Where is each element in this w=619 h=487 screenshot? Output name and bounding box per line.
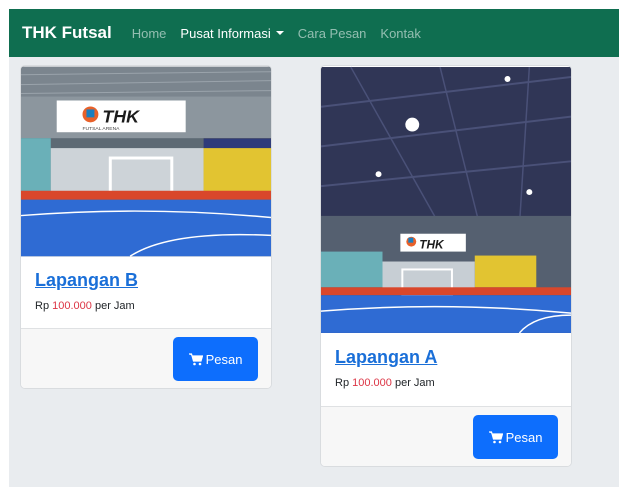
field-banner-text-b: THK bbox=[102, 106, 140, 126]
pesan-button-label: Pesan bbox=[505, 429, 543, 445]
nav-pusat-informasi-dropdown[interactable]: Pusat Informasi bbox=[180, 25, 284, 41]
price-prefix: Rp bbox=[35, 300, 50, 312]
pesan-button-a[interactable]: Pesan bbox=[473, 415, 558, 459]
field-banner-sub-b: FUTSAL ARENA bbox=[83, 126, 121, 132]
card-title-lapangan-a[interactable]: Lapangan A bbox=[335, 347, 437, 368]
price-text-b: Rp 100.000 per Jam bbox=[35, 300, 257, 312]
brand-link[interactable]: THK Futsal bbox=[22, 23, 112, 43]
shopping-cart-icon bbox=[488, 430, 503, 443]
top-navbar: THK Futsal Home Pusat Informasi Cara Pes… bbox=[9, 9, 619, 57]
field-photo-lapangan-b: THK FUTSAL ARENA bbox=[21, 66, 271, 257]
nav-pusat-informasi-label: Pusat Informasi bbox=[180, 25, 271, 41]
card-lapangan-a: THK Lapangan A Rp 100.000 per Jam Pesan bbox=[320, 65, 572, 467]
price-suffix: per Jam bbox=[394, 377, 435, 389]
price-text-a: Rp 100.000 per Jam bbox=[335, 377, 557, 389]
field-banner-text-a: THK bbox=[419, 238, 445, 252]
card-body-a: Lapangan A Rp 100.000 per Jam bbox=[321, 334, 571, 403]
nav-cara-pesan[interactable]: Cara Pesan bbox=[298, 26, 367, 41]
card-body-b: Lapangan B Rp 100.000 per Jam bbox=[21, 257, 271, 326]
price-amount: 100.000 bbox=[52, 300, 92, 312]
caret-down-icon bbox=[275, 31, 284, 35]
card-title-lapangan-b[interactable]: Lapangan B bbox=[35, 270, 138, 291]
price-suffix: per Jam bbox=[94, 300, 135, 312]
pesan-button-b[interactable]: Pesan bbox=[173, 337, 258, 381]
shopping-cart-icon bbox=[188, 352, 203, 365]
price-amount: 100.000 bbox=[352, 377, 392, 389]
pesan-button-label: Pesan bbox=[205, 351, 243, 367]
card-footer-b: Pesan bbox=[21, 328, 271, 388]
field-photo-lapangan-a: THK bbox=[321, 66, 571, 334]
price-prefix: Rp bbox=[335, 377, 350, 389]
card-lapangan-b: THK FUTSAL ARENA Lapangan B Rp 100.000 p… bbox=[20, 65, 272, 389]
card-footer-a: Pesan bbox=[321, 406, 571, 466]
nav-home[interactable]: Home bbox=[132, 26, 167, 41]
nav-kontak[interactable]: Kontak bbox=[380, 26, 420, 41]
